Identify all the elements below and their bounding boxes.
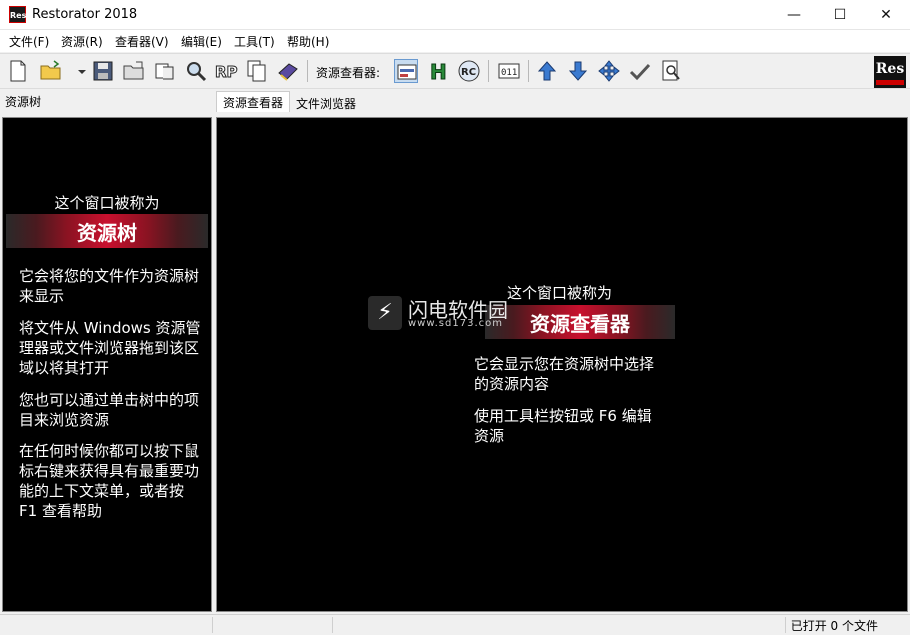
svg-text:RP: RP — [215, 63, 238, 81]
close-button[interactable]: ✕ — [863, 0, 909, 30]
open-dropdown-chevron-down-icon[interactable] — [70, 59, 86, 83]
viewer-label: 资源查看器: — [316, 66, 381, 80]
resource-tree-title: 资源树 — [5, 95, 42, 109]
status-divider — [332, 617, 333, 633]
app-icon[interactable]: Res — [9, 6, 26, 23]
open-folder-icon[interactable] — [39, 59, 63, 83]
tree-caption: 这个窗口被称为 — [54, 194, 160, 212]
toolbar-separator — [307, 60, 308, 82]
checkmark-icon[interactable] — [628, 59, 652, 83]
resource-viewer-pane[interactable]: 这个窗口被称为 资源查看器 它会显示您在资源树中选择的资源内容 使用工具栏按钮或… — [216, 117, 908, 612]
tree-paragraph: 它会将您的文件作为资源树来显示 — [19, 267, 200, 305]
res-logo: Res — [874, 56, 906, 88]
toolbar: RP 资源查看器: H RC 011 Res — [0, 53, 910, 89]
resource-tree-pane[interactable]: 这个窗口被称为 资源树 它会将您的文件作为资源树来显示 将文件从 Windows… — [2, 117, 212, 612]
status-divider — [785, 617, 786, 633]
tab-resource-viewer[interactable]: 资源查看器 — [216, 91, 291, 112]
viewer-paragraph: 使用工具栏按钮或 F6 编辑资源 — [474, 407, 652, 445]
svg-text:H: H — [430, 60, 447, 83]
browse-files-icon[interactable] — [153, 59, 177, 83]
status-divider — [212, 617, 213, 633]
toolbar-separator — [488, 60, 489, 82]
rc-viewer-icon[interactable]: RC — [457, 59, 481, 83]
menu-resource[interactable]: 资源(R) — [61, 33, 103, 50]
menu-file[interactable]: 文件(F) — [9, 33, 49, 50]
help-book-icon[interactable] — [276, 59, 300, 83]
save-as-folder-icon[interactable] — [122, 59, 146, 83]
status-files-open: 已打开 0 个文件 — [790, 619, 878, 633]
rp-icon[interactable]: RP — [214, 59, 239, 83]
tree-banner: 资源树 — [6, 214, 208, 248]
menu-bar: 文件(F) 资源(R) 查看器(V) 编辑(E) 工具(T) 帮助(H) — [0, 30, 910, 52]
find-magnifier-icon[interactable] — [184, 59, 208, 83]
window-title: Restorator 2018 — [32, 7, 138, 22]
maximize-button[interactable]: ☐ — [817, 0, 863, 30]
hex-viewer-icon[interactable]: H — [426, 59, 450, 84]
svg-text:RC: RC — [461, 67, 476, 78]
svg-text:011: 011 — [501, 68, 517, 78]
watermark: ⚡ 闪电软件园 www.sd173.com — [368, 296, 538, 342]
status-bar: 已打开 0 个文件 — [0, 614, 910, 635]
tab-file-browser[interactable]: 文件浏览器 — [292, 94, 360, 112]
watermark-url: www.sd173.com — [408, 318, 503, 329]
title-bar: Res Restorator 2018 — ☐ ✕ — [0, 0, 910, 30]
preview-document-icon[interactable] — [659, 59, 683, 83]
viewer-paragraph: 它会显示您在资源树中选择的资源内容 — [474, 355, 655, 393]
menu-help[interactable]: 帮助(H) — [287, 33, 329, 50]
move-arrows-icon[interactable] — [597, 59, 621, 83]
auto-viewer-icon[interactable] — [394, 59, 418, 83]
arrow-up-icon[interactable] — [535, 59, 559, 83]
lightning-icon: ⚡ — [368, 296, 402, 330]
save-icon[interactable] — [91, 59, 115, 83]
arrow-down-icon[interactable] — [566, 59, 590, 83]
menu-edit[interactable]: 编辑(E) — [181, 33, 222, 50]
toolbar-separator — [528, 60, 529, 82]
tree-paragraph: 将文件从 Windows 资源管理器或文件浏览器拖到该区域以将其打开 — [19, 319, 201, 377]
menu-viewer[interactable]: 查看器(V) — [115, 33, 169, 50]
copy-pages-icon[interactable] — [245, 59, 269, 83]
binary-view-icon[interactable]: 011 — [497, 59, 521, 83]
new-file-icon[interactable] — [6, 59, 30, 83]
minimize-button[interactable]: — — [771, 0, 817, 30]
menu-tools[interactable]: 工具(T) — [234, 33, 275, 50]
tree-paragraph: 您也可以通过单击树中的项目来浏览资源 — [19, 391, 200, 429]
tree-paragraph: 在任何时候你都可以按下鼠标右键来获得具有最重要功能的上下文菜单，或者按 F1 查… — [19, 442, 200, 520]
